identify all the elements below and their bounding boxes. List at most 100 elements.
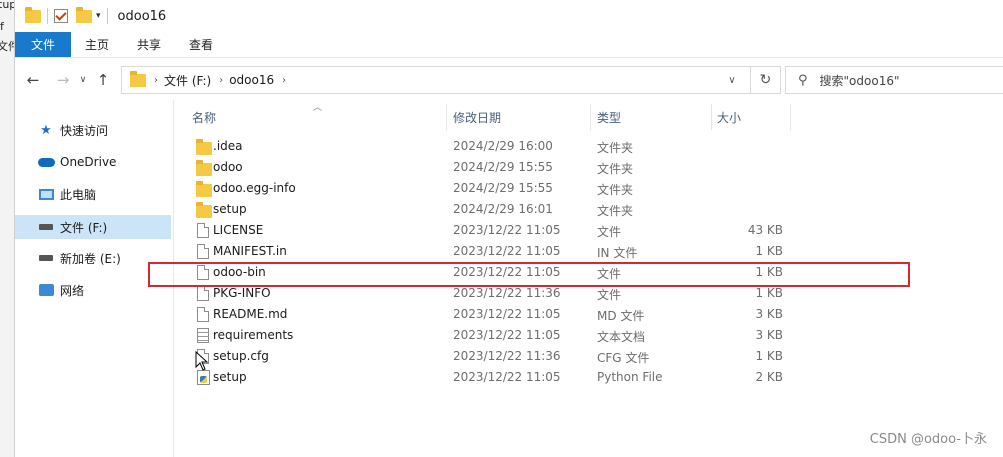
file-date: 2023/12/22 11:36 (453, 349, 561, 363)
chevron-right-icon[interactable]: › (154, 75, 158, 86)
table-row[interactable]: setup.cfg 2023/12/22 11:36 CFG 文件 1 KB (175, 346, 783, 367)
table-row[interactable]: setup 2024/2/29 16:01 文件夹 (175, 199, 775, 220)
refresh-icon: ↻ (759, 72, 772, 88)
nav-item-label: 此电脑 (60, 187, 97, 202)
python-file-icon (197, 370, 210, 385)
table-row[interactable]: odoo.egg-info 2024/2/29 15:55 文件夹 (175, 178, 775, 199)
arrow-left-icon: ← (26, 71, 40, 89)
breadcrumb-folder[interactable]: odoo16 (229, 73, 274, 87)
file-size: 1 KB (755, 349, 783, 363)
recent-locations-button[interactable]: ∨ (75, 68, 91, 92)
tab-share[interactable]: 共享 (123, 32, 175, 57)
file-icon (197, 307, 209, 322)
file-size: 3 KB (755, 328, 783, 342)
chevron-right-icon[interactable]: › (219, 75, 223, 86)
nav-item-drive-f[interactable]: 文件 (F:) (15, 215, 171, 239)
refresh-button[interactable]: ↻ (750, 67, 780, 93)
search-placeholder: 搜索"odoo16" (819, 73, 900, 88)
up-button[interactable]: ↑ (91, 68, 115, 92)
drive-icon (37, 224, 55, 230)
table-row[interactable]: .idea 2024/2/29 16:00 文件夹 (175, 136, 775, 157)
new-folder-icon[interactable] (76, 6, 92, 23)
file-name: README.md (213, 307, 288, 321)
file-date: 2023/12/22 11:05 (453, 223, 561, 237)
column-separator[interactable] (790, 104, 791, 130)
column-header-label: 类型 (597, 110, 622, 125)
table-row[interactable]: odoo 2024/2/29 15:55 文件夹 (175, 157, 775, 178)
column-header-label: 名称 (192, 110, 217, 125)
table-row[interactable]: requirements 2023/12/22 11:05 文本文档 3 KB (175, 325, 783, 346)
file-type: 文件 (597, 225, 622, 239)
file-name: .idea (213, 139, 243, 153)
column-separator[interactable] (590, 104, 591, 130)
chevron-down-icon: ∨ (79, 75, 87, 85)
arrow-up-icon: ↑ (96, 71, 110, 89)
table-row[interactable]: MANIFEST.in 2023/12/22 11:05 IN 文件 1 KB (175, 241, 783, 262)
file-type: 文本文档 (597, 330, 646, 344)
table-row[interactable]: setup 2023/12/22 11:05 Python File 2 KB (175, 367, 783, 388)
title-bar: ▾ odoo16 (15, 0, 1003, 32)
file-icon (197, 244, 209, 259)
tab-file[interactable]: 文件 (15, 32, 71, 57)
folder-icon[interactable] (25, 6, 41, 23)
search-icon: ⚲ (798, 72, 808, 88)
tab-home[interactable]: 主页 (71, 32, 123, 57)
file-date: 2023/12/22 11:05 (453, 328, 561, 342)
tab-view[interactable]: 查看 (175, 32, 227, 57)
forward-button[interactable]: → (51, 68, 75, 92)
search-input[interactable]: ⚲ 搜索"odoo16" (785, 66, 1003, 94)
back-button[interactable]: ← (21, 68, 45, 92)
nav-item-quick-access[interactable]: ★ 快速访问 (15, 118, 171, 142)
nav-item-label: OneDrive (60, 155, 117, 169)
file-type: 文件夹 (597, 162, 634, 176)
file-date: 2023/12/22 11:05 (453, 244, 561, 258)
file-type: 文件 (597, 288, 622, 302)
file-date: 2023/12/22 11:36 (453, 286, 561, 300)
quick-access-toolbar: ▾ (25, 0, 114, 32)
nav-item-onedrive[interactable]: OneDrive (15, 150, 171, 174)
highlight-annotation (148, 262, 910, 287)
chevron-right-icon[interactable]: › (282, 75, 286, 86)
nav-item-label: 网络 (60, 283, 85, 298)
toolbar-separator (106, 8, 108, 24)
window-title: odoo16 (117, 8, 167, 24)
properties-icon[interactable] (54, 9, 68, 23)
nav-item-this-pc[interactable]: 此电脑 (15, 182, 171, 206)
file-icon (197, 223, 209, 238)
address-history-dropdown[interactable]: ∨ (722, 67, 742, 93)
column-header-date[interactable]: 修改日期 (453, 104, 593, 130)
file-type: 文件夹 (597, 204, 634, 218)
column-header-label: 修改日期 (453, 110, 502, 125)
folder-icon (196, 160, 212, 176)
file-size: 1 KB (755, 244, 783, 258)
nav-item-label: 快速访问 (60, 123, 109, 138)
file-name: PKG-INFO (213, 286, 271, 300)
file-date: 2024/2/29 15:55 (453, 181, 553, 195)
breadcrumb-drive[interactable]: 文件 (F:) (164, 72, 211, 89)
nav-item-label: 文件 (F:) (60, 220, 108, 235)
customize-toolbar-icon[interactable]: ▾ (96, 11, 101, 21)
file-size: 3 KB (755, 307, 783, 321)
file-date: 2024/2/29 16:01 (453, 202, 553, 216)
file-name: requirements (213, 328, 294, 342)
file-type: MD 文件 (597, 309, 645, 323)
network-icon (37, 284, 55, 296)
column-header-name[interactable]: 名称 (192, 104, 442, 130)
file-name: setup (213, 370, 247, 384)
address-bar[interactable]: › 文件 (F:) › odoo16 › ∨ ↻ (121, 66, 781, 94)
ribbon-tabs: 文件 主页 共享 查看 (15, 32, 1003, 58)
file-date: 2023/12/22 11:05 (453, 307, 561, 321)
file-size: 1 KB (755, 286, 783, 300)
column-header-size[interactable]: 大小 (717, 104, 787, 130)
file-size: 43 KB (747, 223, 783, 237)
file-name: MANIFEST.in (213, 244, 287, 258)
column-header-type[interactable]: 类型 (597, 104, 707, 130)
file-type: 文件夹 (597, 141, 634, 155)
table-row[interactable]: README.md 2023/12/22 11:05 MD 文件 3 KB (175, 304, 783, 325)
file-icon (197, 286, 209, 301)
folder-icon (196, 139, 212, 155)
table-row[interactable]: LICENSE 2023/12/22 11:05 文件 43 KB (175, 220, 783, 241)
column-separator[interactable] (446, 104, 447, 130)
column-separator[interactable] (711, 104, 712, 130)
file-type: CFG 文件 (597, 351, 650, 365)
